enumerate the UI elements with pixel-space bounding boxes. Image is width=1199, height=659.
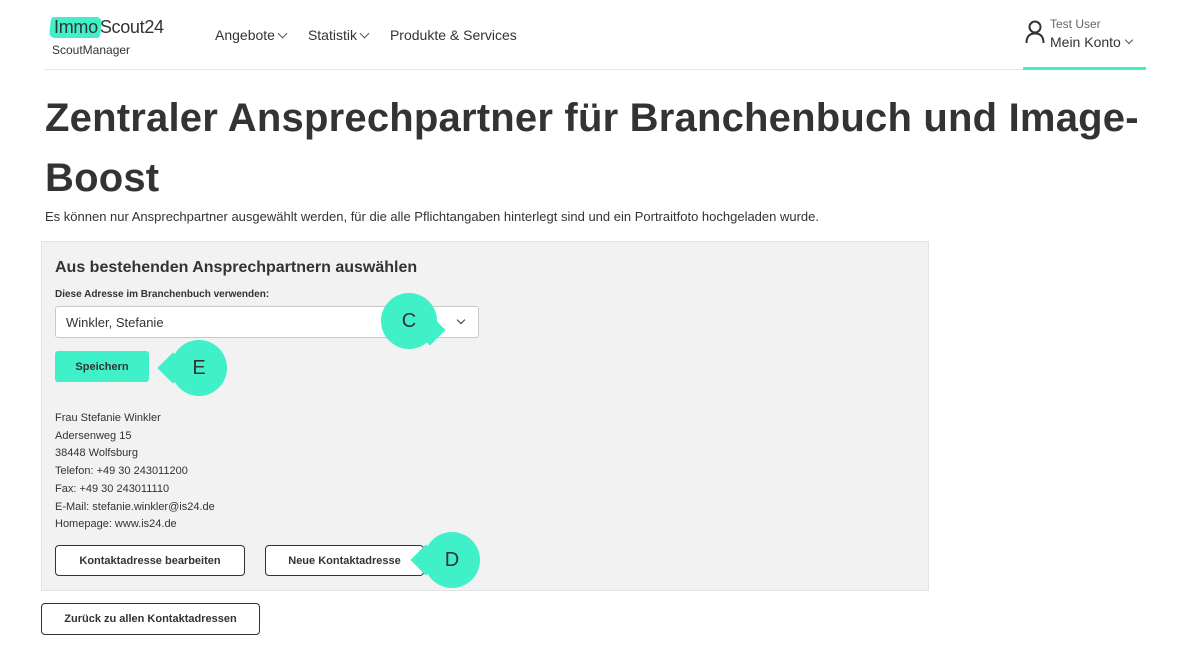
address-line: Adersenweg 15 xyxy=(55,429,132,442)
chevron-down-icon xyxy=(359,28,370,38)
logo-text: Scout24 xyxy=(99,17,164,37)
marker-label: C xyxy=(401,309,417,332)
user-icon xyxy=(1025,20,1045,44)
new-contact-button[interactable]: Neue Kontaktadresse xyxy=(265,545,424,576)
back-to-contacts-button[interactable]: Zurück zu allen Kontaktadressen xyxy=(41,603,260,635)
chevron-down-icon xyxy=(277,28,288,38)
annotation-marker-c: C xyxy=(381,293,446,349)
chevron-down-icon xyxy=(1124,35,1134,45)
edit-contact-button[interactable]: Kontaktadresse bearbeiten xyxy=(55,545,245,576)
intro-text: Es können nur Ansprechpartner ausgewählt… xyxy=(45,209,820,224)
immoscout24-logo[interactable]: Immo Scout24 ScoutManager xyxy=(52,16,164,57)
address-line: Telefon: +49 30 243011200 xyxy=(55,465,188,478)
panel-title: Aus bestehenden Ansprechpartnern auswähl… xyxy=(55,259,418,276)
address-field-label: Diese Adresse im Branchenbuch verwenden: xyxy=(55,289,270,300)
address-line: Homepage: www.is24.de xyxy=(55,518,177,531)
logo-subtitle: ScoutManager xyxy=(52,43,131,57)
top-header: Immo Scout24 ScoutManager Angebote Statis… xyxy=(44,0,1146,70)
account-username: Test User xyxy=(1050,17,1101,31)
address-line: Fax: +49 30 243011110 xyxy=(55,482,170,495)
logo-wordmark: Immo Scout24 xyxy=(52,16,164,38)
marker-label: E xyxy=(192,356,206,379)
account-label-text: Mein Konto xyxy=(1050,34,1121,50)
main-nav: Angebote Statistik Produkte & Services xyxy=(215,27,539,43)
address-line: Frau Stefanie Winkler xyxy=(55,412,161,424)
contact-address: Frau Stefanie Winkler Adersenweg 15 3844… xyxy=(55,410,215,534)
address-line: 38448 Wolfsburg xyxy=(55,447,138,460)
logo-highlight: Immo xyxy=(54,17,98,37)
nav-item-label: Angebote xyxy=(215,27,275,43)
account-menu[interactable]: Test User Mein Konto xyxy=(1023,14,1146,70)
chevron-down-icon xyxy=(456,315,466,325)
nav-item-statistik[interactable]: Statistik xyxy=(307,27,370,43)
nav-item-label: Statistik xyxy=(307,27,357,43)
annotation-marker-e: E xyxy=(157,340,227,396)
contact-select-value: Winkler, Stefanie xyxy=(66,315,164,330)
save-button[interactable]: Speichern xyxy=(55,351,149,382)
nav-item-label: Produkte & Services xyxy=(389,27,517,43)
annotation-marker-d: D xyxy=(410,532,480,588)
page-title: Zentraler Ansprechpartner für Branchenbu… xyxy=(45,96,1139,200)
address-line: E-Mail: stefanie.winkler@is24.de xyxy=(55,500,215,513)
account-label: Mein Konto xyxy=(1050,34,1134,50)
nav-item-produkte-services[interactable]: Produkte & Services xyxy=(390,27,517,43)
marker-label: D xyxy=(444,548,460,571)
nav-item-angebote[interactable]: Angebote xyxy=(215,27,288,43)
contact-selection-panel: Aus bestehenden Ansprechpartnern auswähl… xyxy=(41,241,929,591)
